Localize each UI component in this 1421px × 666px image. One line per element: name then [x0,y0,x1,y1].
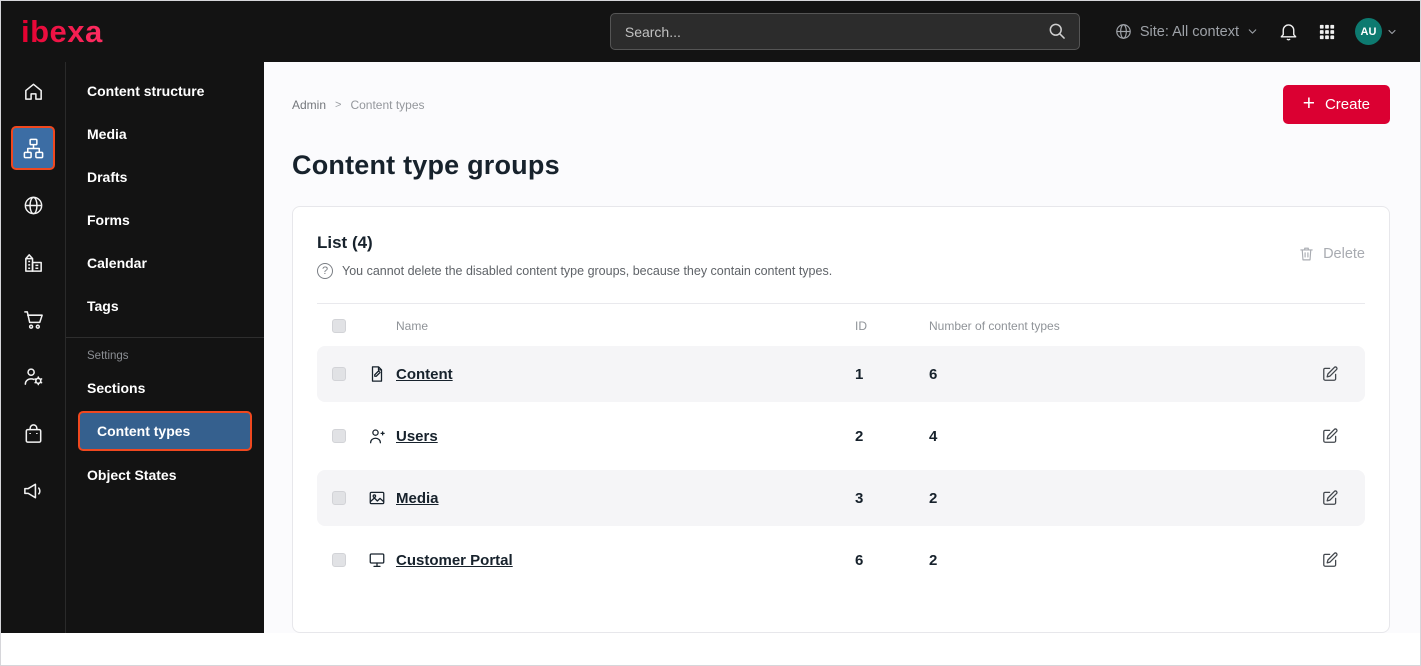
settings-section-label: Settings [87,350,129,362]
column-header-count: Number of content types [929,319,1060,333]
main-header: Admin > Content types + Create [292,62,1390,124]
table-row: Customer Portal 6 2 [317,532,1365,588]
icon-sidebar [1,62,66,633]
row-checkbox[interactable] [332,367,346,381]
column-header-name: Name [396,319,429,333]
globe-icon [1114,22,1133,41]
group-id: 3 [855,489,864,507]
breadcrumb-admin[interactable]: Admin [292,98,326,112]
chevron-down-icon [1246,25,1259,38]
content-type-groups-card: List (4) ? You cannot delete the disable… [292,206,1390,633]
group-link[interactable]: Media [396,490,855,507]
customer-portal-icon [368,551,396,569]
apps-grid-icon[interactable] [1318,23,1336,41]
delete-button-label: Delete [1323,245,1365,262]
group-link[interactable]: Users [396,428,855,445]
global-search [609,13,1080,50]
sidebar-item-object-states[interactable]: Object States [66,453,264,496]
menu-sidebar: Content structure Media Drafts Forms Cal… [66,62,264,633]
group-id: 2 [855,427,864,445]
info-text: You cannot delete the disabled content t… [342,264,833,278]
page-title: Content type groups [292,150,560,180]
card-header-left: List (4) ? You cannot delete the disable… [317,233,832,279]
user-menu[interactable]: AU [1355,18,1398,45]
notifications-bell-icon[interactable] [1278,21,1299,42]
content-type-groups-table: Name ID Number of content types Content … [317,303,1365,588]
list-title: List (4) [317,233,373,252]
group-link[interactable]: Content [396,366,855,383]
select-all-checkbox[interactable] [332,319,346,333]
row-checkbox[interactable] [332,553,346,567]
card-header: List (4) ? You cannot delete the disable… [317,233,1365,279]
sidebar-item-media[interactable]: Media [66,112,264,155]
building-icon[interactable] [11,240,55,284]
group-id: 1 [855,365,864,383]
globe-icon[interactable] [11,183,55,227]
row-checkbox[interactable] [332,429,346,443]
user-settings-icon[interactable] [11,354,55,398]
group-count: 2 [929,489,938,507]
content-file-icon [368,365,396,383]
create-button-label: Create [1324,96,1370,113]
megaphone-icon[interactable] [11,468,55,512]
table-header: Name ID Number of content types [317,303,1365,346]
users-icon [368,427,396,445]
group-count: 6 [929,365,938,383]
site-context-label: Site: All context [1139,23,1239,40]
edit-button[interactable] [1321,427,1365,445]
table-row: Users 2 4 [317,408,1365,464]
app-root: ibexa Site: All context [1,1,1420,633]
info-line: ? You cannot delete the disabled content… [317,263,832,279]
search-input[interactable] [609,13,1080,50]
edit-button[interactable] [1321,551,1365,569]
sidebar-item-forms[interactable]: Forms [66,198,264,241]
topbar: ibexa Site: All context [1,1,1420,62]
group-count: 2 [929,551,938,569]
create-button[interactable]: + Create [1282,85,1390,124]
main-content: Admin > Content types + Create Content t… [264,62,1420,633]
ibexa-logo[interactable]: ibexa [21,16,103,47]
group-link[interactable]: Customer Portal [396,552,855,569]
row-checkbox[interactable] [332,491,346,505]
group-id: 6 [855,551,864,569]
breadcrumb-current: Content types [350,97,425,112]
media-image-icon [368,489,396,507]
trash-icon [1298,245,1315,262]
edit-button[interactable] [1321,365,1365,383]
help-circle-icon: ? [317,263,333,279]
column-header-id: ID [855,319,867,333]
plus-icon: + [1302,92,1315,115]
table-row: Media 3 2 [317,470,1365,526]
sidebar-item-content-structure[interactable]: Content structure [66,69,264,112]
group-count: 4 [929,427,938,445]
sidebar-item-drafts[interactable]: Drafts [66,155,264,198]
edit-button[interactable] [1321,489,1365,507]
sidebar-item-content-types[interactable]: Content types [78,411,252,451]
breadcrumb: Admin > Content types [292,98,425,112]
topbar-right: Site: All context AU [1114,18,1398,45]
table-row: Content 1 6 [317,346,1365,402]
chevron-down-icon [1386,26,1398,38]
home-icon[interactable] [11,69,55,113]
sidebar-item-tags[interactable]: Tags [66,284,264,327]
delete-button[interactable]: Delete [1298,245,1365,262]
sidebar-item-sections[interactable]: Sections [66,366,264,409]
product-bag-icon[interactable] [11,411,55,455]
body-row: Content structure Media Drafts Forms Cal… [1,62,1420,633]
site-context-selector[interactable]: Site: All context [1114,22,1259,41]
cart-icon[interactable] [11,297,55,341]
content-structure-icon[interactable] [11,126,55,170]
user-avatar[interactable]: AU [1355,18,1382,45]
sidebar-item-calendar[interactable]: Calendar [66,241,264,284]
search-icon[interactable] [1047,21,1067,46]
breadcrumb-separator: > [335,98,342,111]
